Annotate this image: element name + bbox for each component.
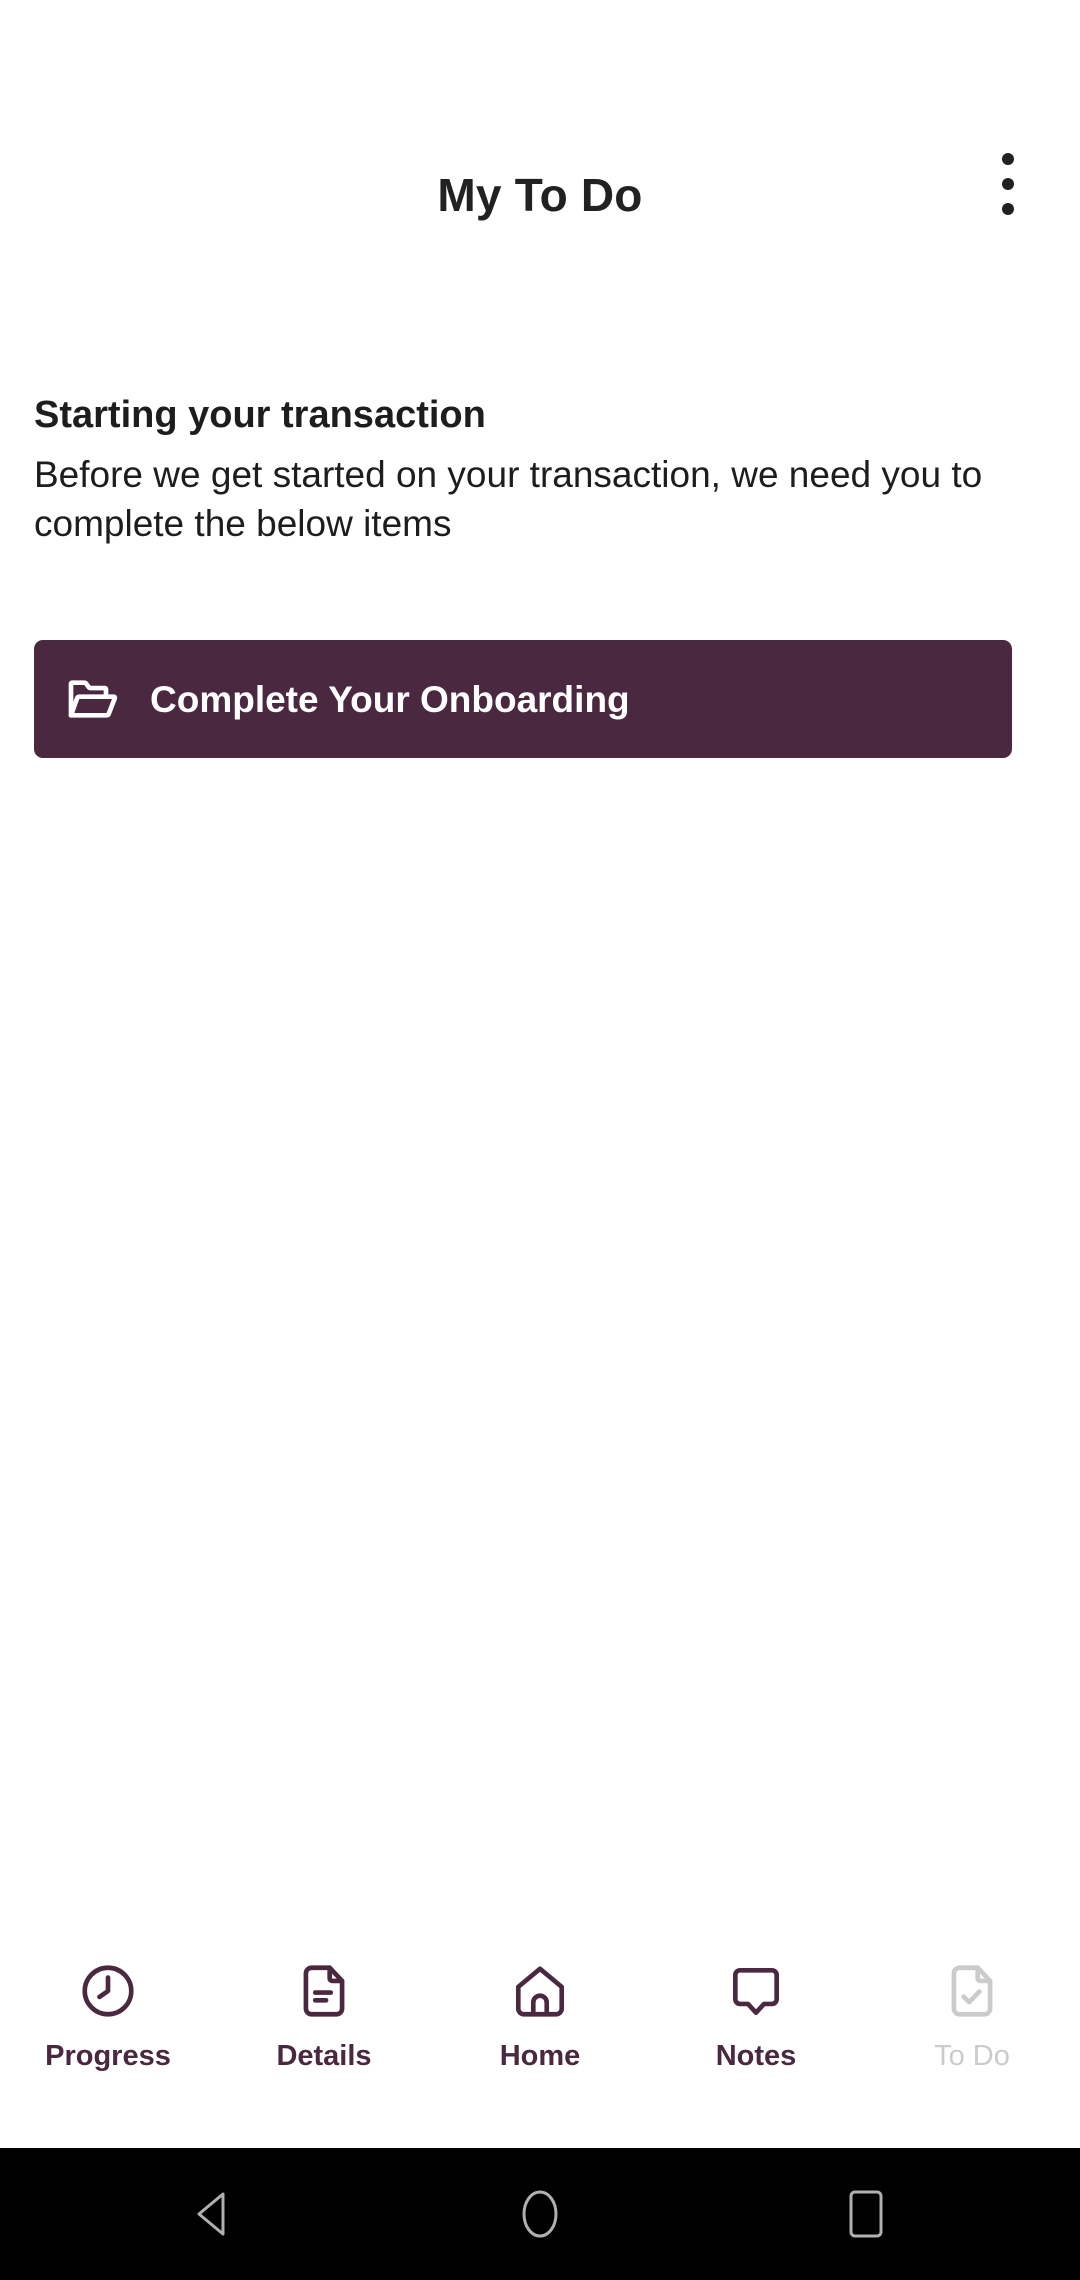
phone-screen: My To Do Starting your transaction Befor…	[0, 0, 1080, 2280]
tab-home[interactable]: Home	[432, 1960, 648, 2071]
more-vertical-icon[interactable]	[960, 136, 1056, 232]
overflow-dot	[1002, 153, 1014, 165]
clock-icon	[82, 1965, 134, 2017]
triangle-left-icon	[197, 2192, 225, 2236]
tab-progress[interactable]: Progress	[0, 1960, 216, 2071]
tab-home-label: Home	[499, 2040, 581, 2072]
android-system-nav-bar	[0, 2148, 1080, 2280]
app-bar: My To Do	[0, 0, 1080, 250]
document-lines-icon	[303, 1965, 345, 2017]
bottom-tab-bar: Progress Details Home Notes To Do	[0, 1938, 1080, 2148]
tab-details[interactable]: Details	[216, 1960, 432, 2071]
overflow-dot	[1002, 203, 1014, 215]
tab-todo[interactable]: To Do	[864, 1960, 1080, 2071]
speech-bubble-icon	[733, 1968, 779, 2016]
page-title: My To Do	[437, 169, 643, 221]
system-recents-button[interactable]	[824, 2172, 908, 2256]
tab-progress-label: Progress	[45, 2040, 171, 2072]
system-back-button[interactable]	[172, 2172, 256, 2256]
circle-icon	[522, 2190, 558, 2238]
document-check-icon	[951, 1965, 993, 2017]
tab-notes[interactable]: Notes	[648, 1960, 864, 2071]
main-content: Starting your transaction Before we get …	[0, 250, 1080, 1938]
system-home-button[interactable]	[498, 2172, 582, 2256]
tab-todo-label: To Do	[934, 2040, 1010, 2072]
square-icon	[849, 2190, 883, 2238]
section-body-text: Before we get started on your transactio…	[34, 453, 983, 545]
section-heading: Starting your transaction	[34, 394, 486, 436]
complete-onboarding-button-label: Complete Your Onboarding	[150, 678, 630, 720]
home-icon	[515, 1966, 565, 2017]
complete-onboarding-button[interactable]: Complete Your Onboarding	[34, 640, 1012, 759]
tab-notes-label: Notes	[715, 2040, 797, 2072]
overflow-dot	[1002, 178, 1014, 190]
tab-details-label: Details	[276, 2040, 372, 2072]
open-folder-icon	[68, 680, 118, 718]
